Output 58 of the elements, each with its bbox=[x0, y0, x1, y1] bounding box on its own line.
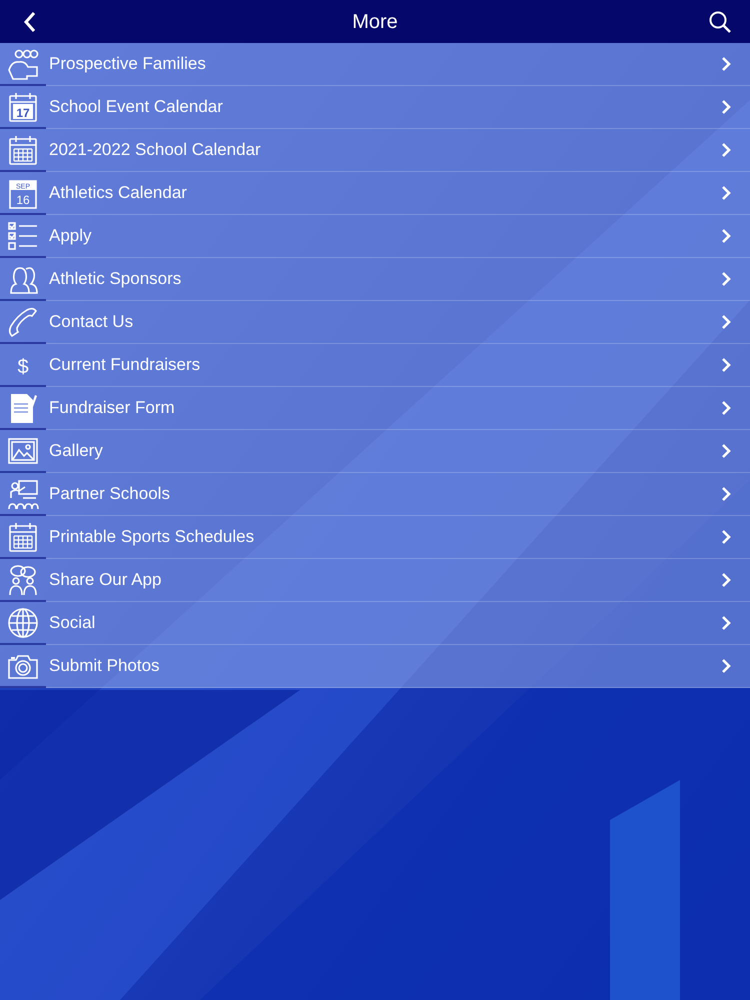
search-icon[interactable] bbox=[708, 10, 732, 34]
icon-day-number: 16 bbox=[16, 192, 30, 206]
menu-item-label: School Event Calendar bbox=[49, 96, 224, 118]
chevron-icon bbox=[721, 529, 731, 545]
menu-item-label: Submit Photos bbox=[49, 655, 161, 678]
menu-item-label: Athletic Sponsors bbox=[49, 268, 182, 290]
chevron-icon bbox=[721, 185, 731, 201]
back-icon[interactable] bbox=[23, 10, 37, 32]
menu-item[interactable]: Contact Us bbox=[0, 301, 750, 344]
chevron-icon bbox=[721, 228, 731, 244]
menu-item[interactable]: Share Our App bbox=[0, 559, 750, 602]
menu-item-label: 2021-2022 School Calendar bbox=[49, 139, 262, 162]
globe-icon bbox=[7, 606, 39, 638]
chevron-icon bbox=[721, 357, 731, 373]
checklist-icon bbox=[7, 220, 39, 252]
menu-item-label: Social bbox=[49, 612, 96, 634]
menu-item[interactable]: Athletic Sponsors bbox=[0, 258, 750, 301]
menu-item[interactable]: Social bbox=[0, 602, 750, 645]
dollar-sign: $ bbox=[17, 356, 29, 378]
screen-title: More bbox=[352, 10, 398, 34]
menu-item-label: Fundraiser Form bbox=[49, 397, 176, 420]
menu-item-label: Gallery bbox=[49, 440, 104, 462]
menu-item-label: Contact Us bbox=[49, 311, 134, 334]
menu-item[interactable]: Apply bbox=[0, 215, 750, 258]
menu-item-label: Athletics Calendar bbox=[49, 182, 188, 204]
phone-icon bbox=[7, 306, 39, 338]
menu-item-label: Share Our App bbox=[49, 569, 162, 592]
menu-item-label: Current Fundraisers bbox=[49, 354, 202, 376]
chevron-icon bbox=[721, 572, 731, 588]
chevron-icon bbox=[721, 443, 731, 459]
menu-item[interactable]: Prospective Families bbox=[0, 43, 750, 86]
people-icon bbox=[7, 48, 39, 80]
menu-item[interactable]: Fundraiser Form bbox=[0, 387, 750, 430]
chevron-icon bbox=[721, 658, 731, 674]
chevron-icon bbox=[721, 615, 731, 631]
chevron-icon bbox=[721, 314, 731, 330]
menu-item[interactable]: Gallery bbox=[0, 430, 750, 473]
menu-item[interactable]: Submit Photos bbox=[0, 645, 750, 688]
menu-item-label: Printable Sports Schedules bbox=[49, 526, 256, 548]
share-icon bbox=[7, 564, 39, 596]
menu-item[interactable]: 2021-2022 School Calendar bbox=[0, 129, 750, 172]
icon-day-number: 17 bbox=[16, 106, 30, 120]
chevron-icon bbox=[721, 99, 731, 115]
calendar-grid-icon bbox=[7, 134, 39, 166]
chevron-icon bbox=[721, 486, 731, 502]
chevron-icon bbox=[721, 142, 731, 158]
calendar-grid-icon bbox=[7, 520, 39, 552]
chevron-icon bbox=[721, 56, 731, 72]
teacher-icon bbox=[7, 478, 39, 510]
menu-item-label: Partner Schools bbox=[49, 483, 171, 506]
menu-item[interactable]: Printable Sports Schedules bbox=[0, 516, 750, 559]
menu-item[interactable]: $ Current Fundraisers bbox=[0, 344, 750, 387]
menu-item[interactable]: 17 School Event Calendar bbox=[0, 86, 750, 129]
chevron-icon bbox=[721, 400, 731, 416]
menu-item[interactable]: Partner Schools bbox=[0, 473, 750, 516]
chevron-icon bbox=[721, 271, 731, 287]
menu-item-label: Apply bbox=[49, 225, 93, 248]
menu-item-label: Prospective Families bbox=[49, 53, 207, 76]
